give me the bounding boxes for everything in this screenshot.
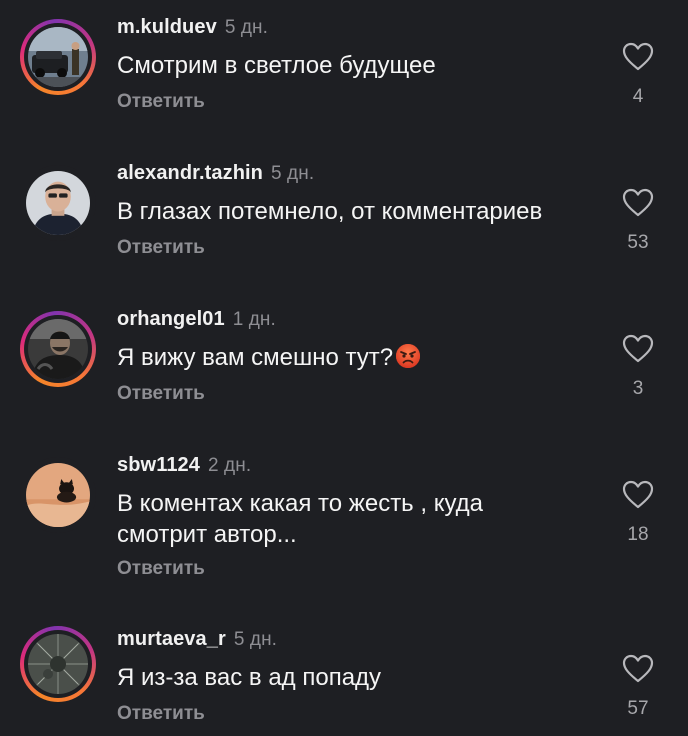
like-count: 53: [627, 232, 649, 253]
avatar[interactable]: [20, 626, 96, 702]
comment-time: 5 дн.: [233, 629, 278, 650]
like-button[interactable]: 3: [618, 334, 658, 400]
like-count: 18: [627, 524, 649, 545]
heart-outline-icon: [622, 480, 654, 509]
comment-time: 5 дн.: [224, 17, 269, 38]
comment-text: Я из-за вас в ад попаду: [117, 664, 382, 691]
like-count: 4: [632, 86, 644, 107]
reply-button[interactable]: Ответить: [117, 91, 205, 113]
avatar[interactable]: [20, 311, 96, 387]
like-button[interactable]: 53: [618, 188, 658, 254]
angry-face-emoji: [396, 344, 421, 368]
comment-time: 5 дн.: [271, 163, 315, 184]
like-count: 3: [632, 378, 644, 399]
username[interactable]: alexandr.tazhin 5 дн.: [117, 162, 314, 185]
comment-text: В коментах какая то жесть , куда смотрит…: [117, 490, 484, 548]
like-button[interactable]: 18: [618, 480, 658, 546]
reply-button[interactable]: Ответить: [117, 703, 205, 725]
comment-time: 1 дн.: [232, 309, 276, 330]
avatar[interactable]: [20, 457, 96, 533]
heart-outline-icon: [622, 334, 654, 363]
username[interactable]: sbw1124 2 дн.: [117, 454, 251, 477]
like-button[interactable]: 4: [618, 42, 658, 108]
comments-feed: m.kulduev 5 дн. Смотрим в светлое будущее…: [0, 0, 688, 736]
reply-button[interactable]: Ответить: [117, 383, 205, 405]
heart-outline-icon: [622, 188, 654, 217]
avatar-photo: [28, 27, 88, 87]
avatar-photo: [26, 463, 90, 527]
heart-outline-icon: [622, 654, 654, 683]
reply-button[interactable]: Ответить: [117, 558, 205, 580]
comment-text: Я вижу вам смешно тут?: [117, 342, 587, 373]
comment-text: Смотрим в светлое будущее: [117, 52, 436, 79]
avatar-photo: [28, 319, 88, 379]
avatar-photo: [28, 634, 88, 694]
reply-button[interactable]: Ответить: [117, 237, 205, 259]
like-count: 57: [627, 698, 649, 719]
comment-time: 2 дн.: [208, 455, 252, 476]
avatar-photo: [26, 171, 90, 235]
username[interactable]: murtaeva_r 5 дн.: [117, 628, 277, 651]
username[interactable]: orhangel01 1 дн.: [117, 308, 276, 331]
like-button[interactable]: 57: [618, 654, 658, 720]
avatar[interactable]: [20, 19, 96, 95]
comment-text: В глазах потемнело, от комментариев: [117, 198, 543, 225]
avatar[interactable]: [20, 165, 96, 241]
heart-outline-icon: [622, 42, 654, 71]
username[interactable]: m.kulduev 5 дн.: [117, 16, 268, 39]
